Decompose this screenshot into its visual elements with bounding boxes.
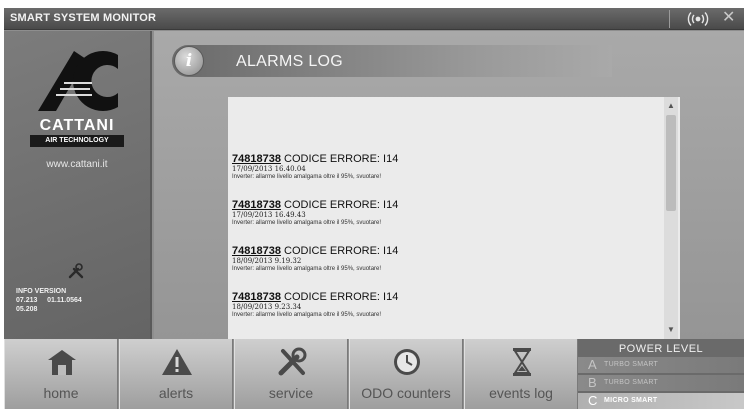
title-bar: SMART SYSTEM MONITOR ✕ xyxy=(4,8,744,30)
log-entry-header: 74818738 CODICE ERRORE: I14 xyxy=(232,199,662,211)
power-option-label: TURBO SMART xyxy=(604,361,659,368)
log-entry-code[interactable]: 74818738 xyxy=(232,245,281,257)
tools-icon xyxy=(68,263,84,279)
service-button[interactable]: service xyxy=(234,339,348,409)
service-label: service xyxy=(268,385,314,401)
bottom-nav: home alerts service ODO counters events … xyxy=(4,339,744,409)
power-option-letter: B xyxy=(588,375,597,390)
scroll-down-icon[interactable]: ▼ xyxy=(666,325,676,335)
log-entry-header: 74818738 CODICE ERRORE: I14 xyxy=(232,245,662,257)
power-level-panel: POWER LEVEL A TURBO SMART B TURBO SMART … xyxy=(578,339,744,409)
log-entry-message: CODICE ERRORE: I14 xyxy=(284,153,399,165)
alerts-label: alerts xyxy=(158,385,194,401)
home-button[interactable]: home xyxy=(4,339,118,409)
hourglass-icon xyxy=(513,348,531,376)
log-entry-time: 17/09/2013 16.49.43 xyxy=(232,211,306,219)
cattani-logo-icon xyxy=(38,51,118,111)
app-title: SMART SYSTEM MONITOR xyxy=(10,12,157,24)
wireless-signal-icon[interactable] xyxy=(684,11,712,27)
app-window: SMART SYSTEM MONITOR ✕ CATTANI AIR TECHN… xyxy=(4,8,744,409)
main-panel: i ALARMS LOG 74818738 CODICE ERRORE: I14… xyxy=(154,31,744,339)
log-entry-code[interactable]: 74818738 xyxy=(232,291,281,303)
log-entry[interactable]: 74818738 CODICE ERRORE: I14 18/09/2013 9… xyxy=(232,245,662,291)
power-option-label: MICRO SMART xyxy=(604,397,658,404)
scrollbar-thumb[interactable] xyxy=(666,115,676,211)
alerts-button[interactable]: alerts xyxy=(119,339,233,409)
log-entry-description: Inverter: allarme livello amalgama oltre… xyxy=(232,312,382,318)
log-entry-code[interactable]: 74818738 xyxy=(232,199,281,211)
log-entry-header: 74818738 CODICE ERRORE: I14 xyxy=(232,153,662,165)
power-option-letter: C xyxy=(588,393,598,408)
brand-name: CATTANI xyxy=(39,117,115,134)
log-entry-description: Inverter: allarme livello amalgama oltre… xyxy=(232,220,382,226)
home-label: home xyxy=(43,385,79,401)
clock-icon xyxy=(394,349,420,375)
odo-counters-label: ODO counters xyxy=(361,385,451,401)
page-title: ALARMS LOG xyxy=(236,53,344,70)
events-log-button[interactable]: events log xyxy=(464,339,578,409)
info-version-line: 07.213 01.11.0564 xyxy=(16,297,82,304)
info-version: INFO VERSION 07.213 01.11.0564 05.208 xyxy=(16,287,82,314)
info-icon: i xyxy=(174,46,204,76)
log-entry[interactable]: 74818738 CODICE ERRORE: I14 17/09/2013 1… xyxy=(232,199,662,245)
log-entry-time: 18/09/2013 9.23.34 xyxy=(232,303,302,311)
website-link[interactable]: www.cattani.it xyxy=(14,159,140,170)
events-log-label: events log xyxy=(489,385,553,401)
log-entries: 74818738 CODICE ERRORE: I14 17/09/2013 1… xyxy=(232,153,662,337)
tools-icon xyxy=(278,347,307,376)
power-option-label: TURBO SMART xyxy=(604,379,659,386)
power-level-title: POWER LEVEL xyxy=(618,343,704,355)
power-option-a[interactable]: A TURBO SMART xyxy=(578,357,744,373)
log-entry[interactable]: 74818738 CODICE ERRORE: I14 18/09/2013 9… xyxy=(232,291,662,337)
log-entry-message: CODICE ERRORE: I14 xyxy=(284,245,399,257)
power-option-letter: A xyxy=(588,357,597,372)
close-icon[interactable]: ✕ xyxy=(722,9,735,27)
log-entry-message: CODICE ERRORE: I14 xyxy=(284,291,399,303)
sidebar: CATTANI AIR TECHNOLOGY www.cattani.it IN… xyxy=(4,31,152,339)
alarms-log-list[interactable]: 74818738 CODICE ERRORE: I14 17/09/2013 1… xyxy=(228,97,680,339)
info-version-title: INFO VERSION xyxy=(16,288,67,295)
info-version-line: 05.208 xyxy=(16,306,38,313)
log-entry-message: CODICE ERRORE: I14 xyxy=(284,199,399,211)
odo-counters-button[interactable]: ODO counters xyxy=(349,339,463,409)
log-entry-time: 18/09/2013 9.19.32 xyxy=(232,257,302,265)
power-option-c[interactable]: C MICRO SMART xyxy=(578,393,744,409)
warning-icon xyxy=(162,349,192,375)
log-entry[interactable]: 74818738 CODICE ERRORE: I14 17/09/2013 1… xyxy=(232,153,662,199)
home-icon xyxy=(48,350,76,375)
log-entry-description: Inverter: allarme livello amalgama oltre… xyxy=(232,174,382,180)
log-entry-time: 17/09/2013 16.40.04 xyxy=(232,165,306,173)
scroll-up-icon[interactable]: ▲ xyxy=(666,101,676,111)
log-entry-description: Inverter: allarme livello amalgama oltre… xyxy=(232,266,382,272)
power-option-b[interactable]: B TURBO SMART xyxy=(578,375,744,391)
title-bar-divider xyxy=(669,10,670,28)
log-entry-header: 74818738 CODICE ERRORE: I14 xyxy=(232,291,662,303)
brand-tagline: AIR TECHNOLOGY xyxy=(30,135,124,147)
log-entry-code[interactable]: 74818738 xyxy=(232,153,281,165)
